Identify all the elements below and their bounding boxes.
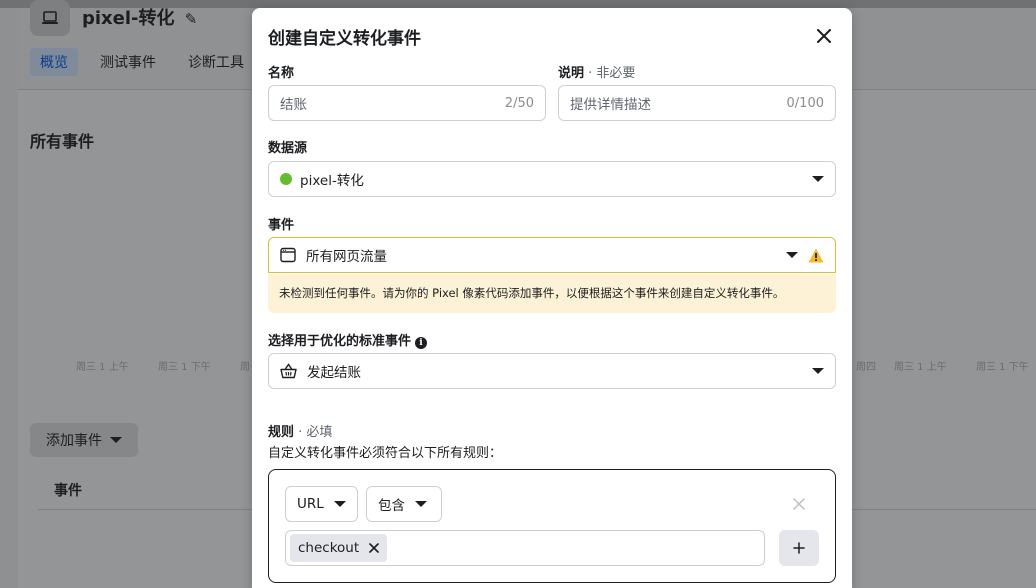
rules-description: 自定义转化事件必须符合以下所有规则： [268, 446, 503, 461]
optional-tag: · 非必要 [584, 66, 636, 81]
rule-operator-value: 包含 [378, 498, 405, 514]
no-events-warning: 未检测到任何事件。请为你的 Pixel 像素代码添加事件，以便根据这个事件来创建… [268, 274, 836, 313]
section-title: 所有事件 [30, 132, 95, 151]
standard-event-dropdown[interactable]: 发起结账 [268, 353, 836, 389]
required-tag: · 必填 [294, 425, 333, 440]
description-char-count: 0/100 [786, 95, 824, 111]
name-label-text: 名称 [268, 66, 295, 81]
shopping-basket-icon [280, 363, 297, 379]
chevron-down-icon [333, 501, 346, 507]
tab-test-events[interactable]: 测试事件 [90, 48, 166, 76]
standard-event-label: 选择用于优化的标准事件 i [268, 330, 428, 349]
rule-field-dropdown[interactable]: URL [285, 486, 358, 522]
axis-label: 周三 1 上午 [76, 362, 129, 373]
remove-rule-button[interactable] [789, 494, 809, 514]
event-dropdown[interactable]: 所有网页流量 [268, 237, 836, 273]
page-title-text: pixel-转化 [82, 8, 175, 29]
standard-event-label-text: 选择用于优化的标准事件 [268, 334, 412, 349]
axis-label: 周四 [856, 362, 876, 373]
axis-label: 周三 1 下午 [976, 362, 1029, 373]
rule-value-input[interactable]: checkout [285, 530, 765, 566]
add-value-button[interactable] [779, 530, 819, 566]
dialog-title: 创建自定义转化事件 [268, 29, 421, 49]
close-button[interactable] [812, 24, 836, 48]
browser-window-icon [280, 247, 296, 263]
tab-diagnostics[interactable]: 诊断工具 [178, 48, 254, 76]
rules-label-text: 规则 [268, 425, 295, 440]
close-icon [369, 543, 379, 553]
rule-editor: URL 包含 checkout [268, 469, 836, 583]
status-dot-icon [280, 173, 292, 185]
data-source-label: 数据源 [268, 141, 308, 156]
event-value: 所有网页流量 [306, 249, 387, 265]
info-icon[interactable]: i [415, 337, 428, 349]
name-input-value: 结账 [280, 97, 307, 113]
data-source-value: pixel-转化 [300, 173, 364, 189]
standard-event-value: 发起结账 [307, 365, 361, 381]
edit-pencil-icon[interactable]: ✎ [185, 10, 198, 28]
tab-overview[interactable]: 概览 [30, 48, 78, 76]
name-label: 名称 [268, 62, 294, 81]
add-event-label: 添加事件 [46, 433, 102, 449]
axis-label: 周三 1 下午 [158, 362, 211, 373]
event-label: 事件 [268, 218, 295, 233]
description-label-text: 说明 [558, 66, 585, 81]
remove-tag-button[interactable] [369, 543, 379, 553]
plus-icon [793, 542, 805, 554]
data-source-dropdown[interactable]: pixel-转化 [268, 161, 836, 197]
description-placeholder: 提供详情描述 [570, 97, 651, 113]
add-event-button[interactable]: 添加事件 [30, 423, 138, 457]
name-input[interactable]: 结账 2/50 [268, 85, 546, 121]
rule-value-tag: checkout [290, 534, 388, 562]
create-custom-conversion-dialog: 创建自定义转化事件 名称 结账 2/50 说明 · 非必要 提供详情描述 0/1… [252, 8, 852, 588]
rules-label: 规则 · 必填 [268, 421, 332, 440]
chevron-down-icon [786, 252, 798, 258]
axis-label: 周三 1 上午 [894, 362, 947, 373]
chevron-down-icon [415, 501, 427, 507]
close-icon [793, 498, 805, 510]
tab-bar: 概览 测试事件 诊断工具 [30, 48, 254, 76]
chevron-down-icon [812, 176, 824, 182]
name-char-count: 2/50 [504, 95, 534, 111]
chevron-down-icon [812, 368, 824, 374]
rule-field-value: URL [297, 496, 324, 512]
rule-operator-dropdown[interactable]: 包含 [366, 486, 442, 522]
tag-label: checkout [298, 540, 360, 556]
computer-icon [30, 0, 70, 36]
table-header-event: 事件 [54, 482, 82, 499]
description-label: 说明 · 非必要 [558, 62, 635, 81]
page-title: pixel-转化 ✎ [82, 4, 197, 30]
close-icon [817, 29, 831, 43]
description-input[interactable]: 提供详情描述 0/100 [558, 85, 836, 121]
chevron-down-icon [110, 437, 122, 443]
warning-icon [808, 248, 824, 263]
